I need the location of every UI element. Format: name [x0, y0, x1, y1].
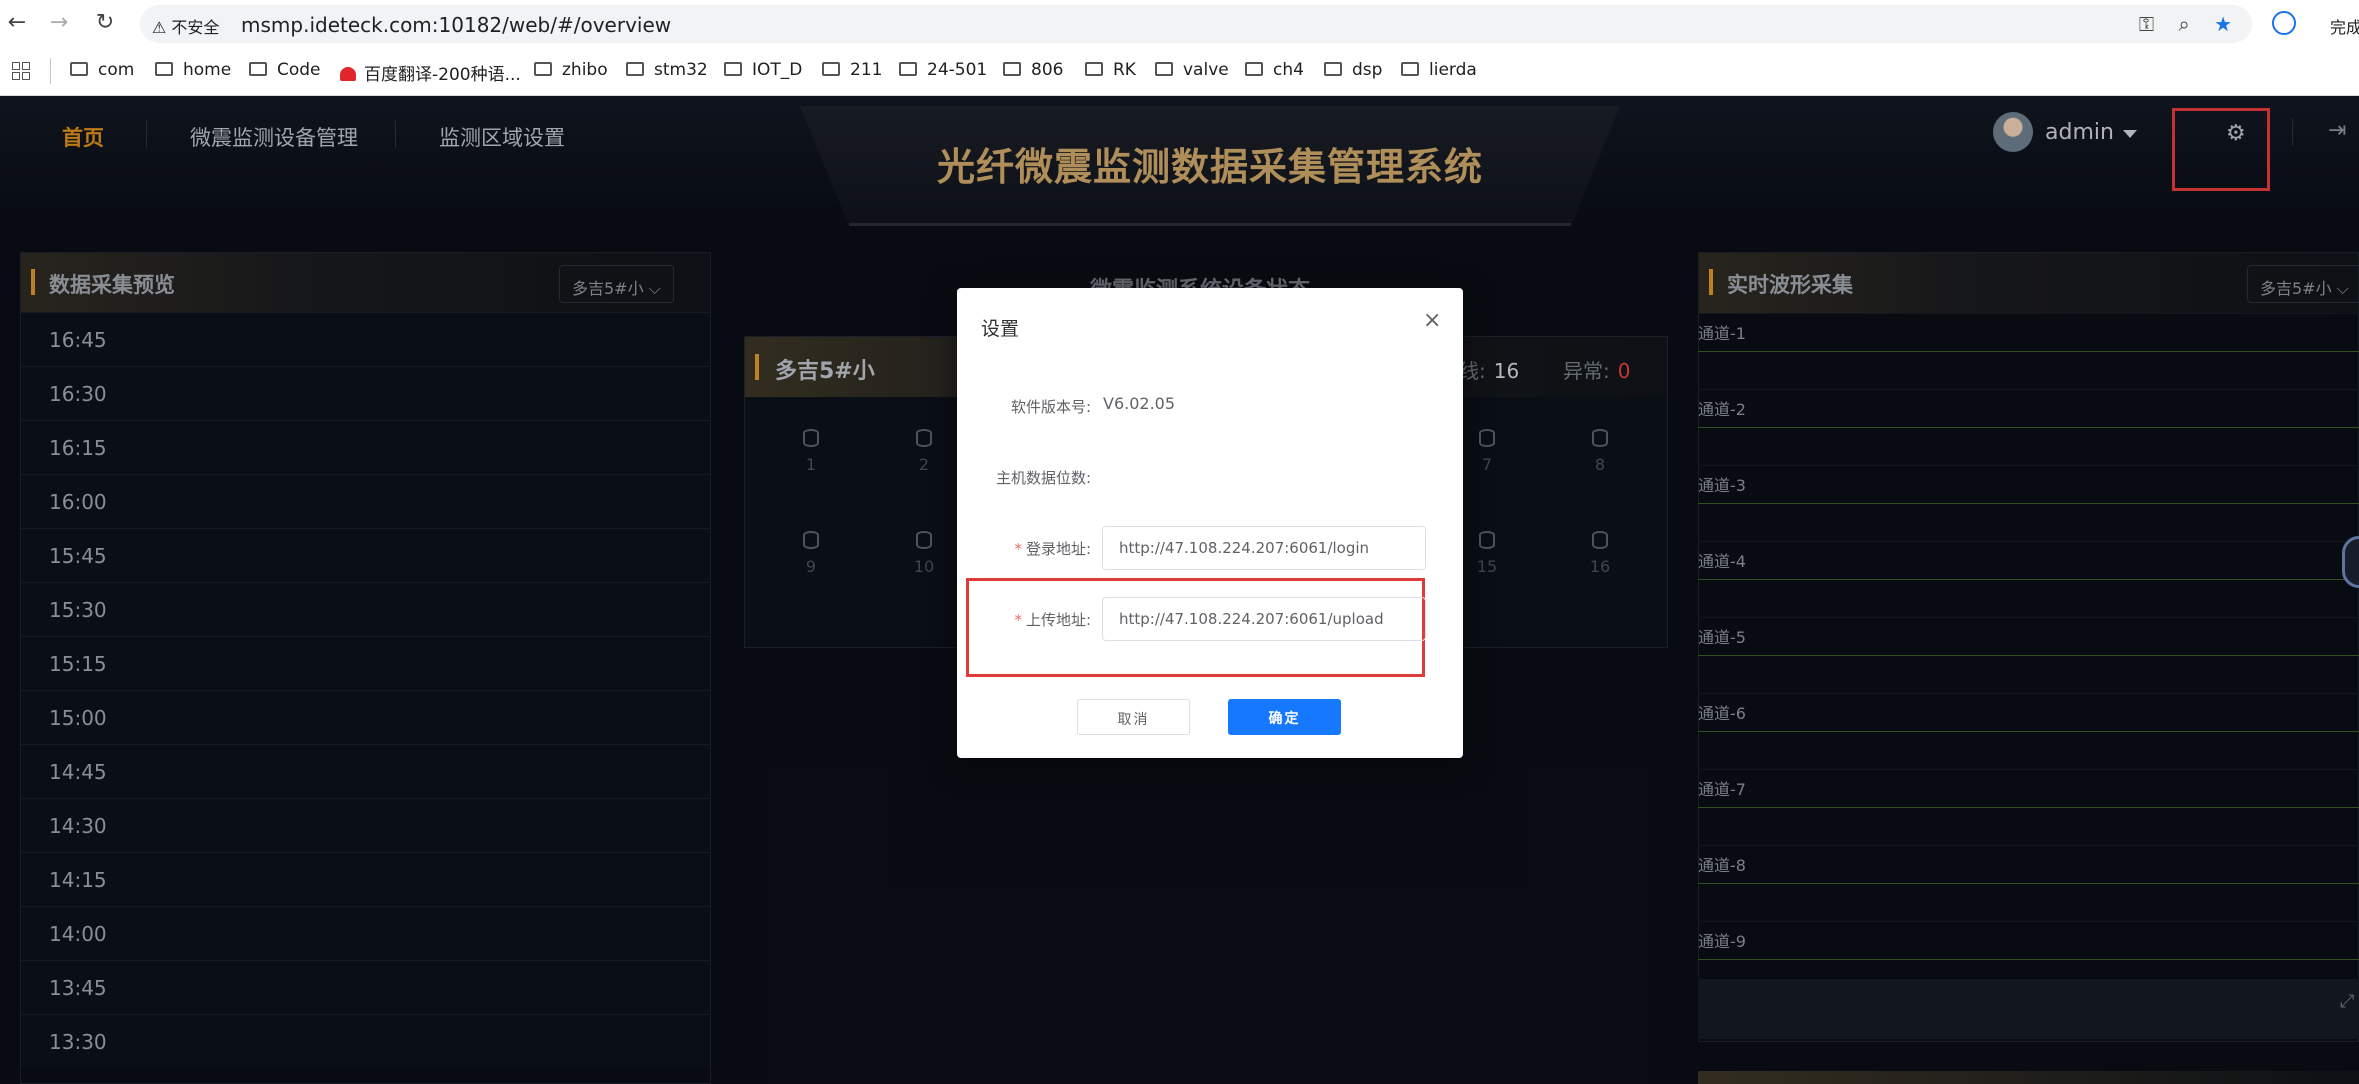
bookmark-item[interactable]: 百度翻译-200种语... [340, 60, 521, 85]
browser-toolbar: ← → ↻ ⚠ 不安全 msmp.ideteck.com:10182/web/#… [0, 0, 2359, 48]
bookmark-item[interactable]: 211 [822, 60, 882, 80]
folder-icon [1085, 62, 1103, 76]
key-icon[interactable]: ⚿ [2139, 12, 2154, 36]
profile-icon[interactable] [2272, 11, 2296, 35]
url-text[interactable]: msmp.ideteck.com:10182/web/#/overview [241, 13, 671, 37]
bookmark-label: com [98, 60, 135, 80]
huawei-icon [340, 67, 356, 81]
bookmark-item[interactable]: dsp [1324, 60, 1382, 80]
folder-icon [534, 62, 552, 76]
folder-icon [1003, 62, 1021, 76]
bookmark-label: stm32 [654, 60, 708, 80]
folder-icon [899, 62, 917, 76]
finish-button[interactable]: 完成 [2330, 14, 2359, 38]
arrow-right-icon[interactable]: → [46, 10, 72, 36]
bookmark-label: dsp [1352, 60, 1383, 80]
bookmark-item[interactable]: valve [1155, 60, 1229, 80]
bookmark-label: IOT_D [752, 60, 803, 80]
bookmark-label: 24-501 [927, 60, 988, 80]
confirm-button[interactable]: 确定 [1228, 699, 1341, 735]
folder-icon [724, 62, 742, 76]
close-icon[interactable]: × [1423, 308, 1441, 333]
folder-icon [626, 62, 644, 76]
arrow-left-icon[interactable]: ← [4, 10, 30, 36]
bookmark-item[interactable]: zhibo [534, 60, 608, 80]
login-address-label-text: 登录地址: [1025, 540, 1091, 558]
bookmark-label: RK [1113, 60, 1136, 80]
bookmark-label: 百度翻译-200种语... [364, 65, 521, 85]
bookmark-item[interactable]: com [70, 60, 134, 80]
bookmark-label: ch4 [1273, 60, 1304, 80]
bookmark-label: 211 [850, 60, 883, 80]
cancel-button[interactable]: 取消 [1077, 699, 1190, 735]
upload-address-input[interactable]: http://47.108.224.207:6061/upload [1102, 597, 1426, 641]
bookmark-item[interactable]: lierda [1401, 60, 1477, 80]
login-address-input[interactable]: http://47.108.224.207:6061/login [1102, 526, 1426, 570]
upload-address-label-text: 上传地址: [1025, 611, 1091, 629]
data-bits-label: 主机数据位数: [995, 469, 1091, 487]
bookmark-label: Code [277, 60, 321, 80]
folder-icon [1245, 62, 1263, 76]
address-bar[interactable]: ⚠ 不安全 msmp.ideteck.com:10182/web/#/overv… [140, 5, 2252, 43]
bookmarks-divider [50, 58, 51, 84]
version-label: 软件版本号: [1010, 398, 1091, 416]
login-address-label: * 登录地址: [1014, 538, 1091, 559]
bookmark-item[interactable]: home [155, 60, 231, 80]
bookmark-label: valve [1183, 60, 1229, 80]
folder-icon [70, 62, 88, 76]
bookmark-label: zhibo [562, 60, 608, 80]
required-star: * [1014, 611, 1022, 629]
settings-dialog: 设置 × 软件版本号: V6.02.05 主机数据位数: * 登录地址: http… [957, 288, 1463, 758]
bookmark-item[interactable]: stm32 [626, 60, 708, 80]
star-icon[interactable]: ★ [2214, 12, 2232, 36]
bookmark-item[interactable]: Code [249, 60, 321, 80]
folder-icon [155, 62, 173, 76]
version-value: V6.02.05 [1103, 394, 1176, 413]
folder-icon [249, 62, 267, 76]
bookmark-item[interactable]: IOT_D [724, 60, 802, 80]
dialog-title: 设置 [981, 318, 1020, 340]
folder-icon [1401, 62, 1419, 76]
security-warning[interactable]: ⚠ 不安全 [152, 14, 219, 38]
zoom-icon[interactable]: ⌕ [2179, 12, 2190, 36]
folder-icon [1155, 62, 1173, 76]
bookmark-item[interactable]: ch4 [1245, 60, 1304, 80]
required-star: * [1014, 540, 1022, 558]
address-bar-actions: ⚿ ⌕ ★ [2121, 12, 2232, 36]
reload-icon[interactable]: ↻ [92, 10, 118, 36]
bookmark-item[interactable]: 24-501 [899, 60, 987, 80]
folder-icon [822, 62, 840, 76]
bookmark-item[interactable]: RK [1085, 60, 1136, 80]
bookmark-label: 806 [1031, 60, 1064, 80]
folder-icon [1324, 62, 1342, 76]
apps-grid-icon[interactable] [12, 62, 30, 80]
bookmark-label: home [183, 60, 232, 80]
bookmark-label: lierda [1429, 60, 1477, 80]
bookmarks-bar: com home Code 百度翻译-200种语... zhibo stm32 … [0, 48, 2359, 96]
bookmark-item[interactable]: 806 [1003, 60, 1063, 80]
upload-address-label: * 上传地址: [1014, 609, 1091, 630]
